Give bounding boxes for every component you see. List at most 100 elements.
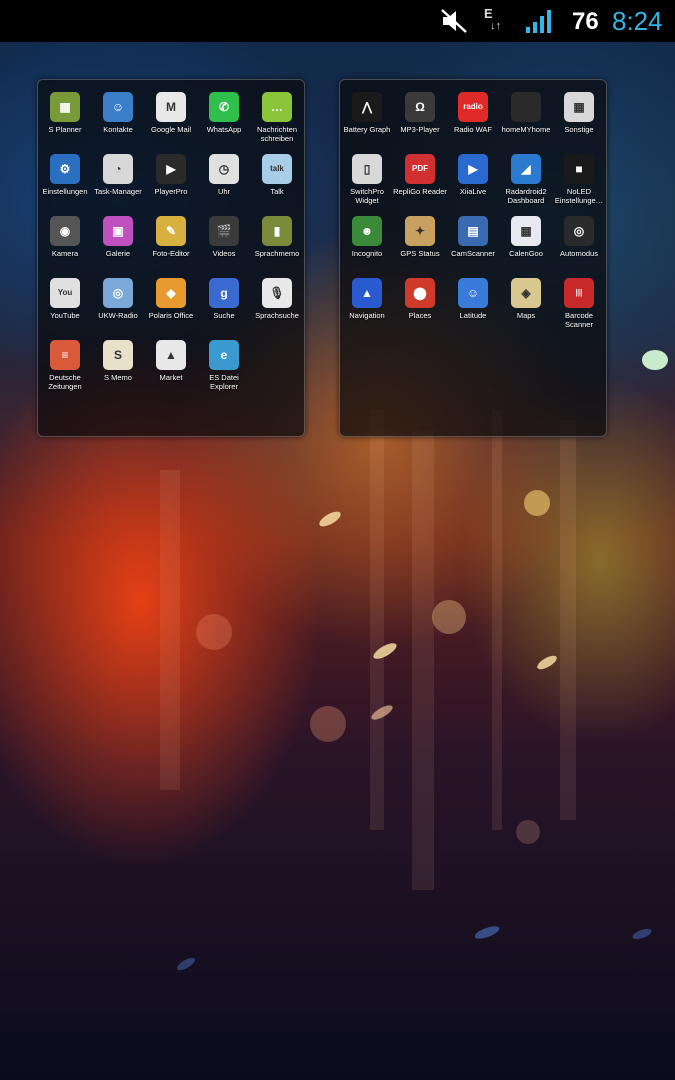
app-label: Radio WAF [453, 125, 493, 134]
app-folder-right[interactable]: ⋀ Battery Graph Ω MP3-Player radio Radio WAF h… [339, 79, 607, 437]
contacts-icon: ☺ [103, 92, 133, 122]
clock-time: 8:24 [612, 6, 663, 36]
app-shortcut[interactable]: ▯ SwitchPro Widget [340, 142, 394, 204]
app-shortcut[interactable]: ||| Barcode Scanner [552, 266, 606, 328]
app-label: RepliGo Reader [393, 187, 447, 196]
app-shortcut[interactable]: ▤ CamScanner [446, 204, 500, 260]
app-shortcut[interactable]: ▦ Sonstige [552, 80, 606, 136]
app-shortcut[interactable]: 🎬 Videos [197, 204, 251, 260]
app-shortcut[interactable]: talk Talk [250, 142, 304, 198]
clock-icon: ◷ [209, 154, 239, 184]
app-label: Uhr [217, 187, 231, 196]
app-label: Sprachsuche [255, 311, 299, 320]
gps-status-icon: ✦ [405, 216, 435, 246]
bokeh-light [432, 600, 466, 634]
whatsapp-icon: ✆ [209, 92, 239, 122]
app-shortcut[interactable]: 🎙 Sprachsuche [250, 266, 304, 322]
app-shortcut[interactable]: ☺ Kontakte [91, 80, 145, 136]
light-streak [492, 410, 502, 830]
polaris-office-icon: ◆ [156, 278, 186, 308]
app-label: Sprachmemo [254, 249, 300, 258]
app-label: Barcode Scanner [565, 311, 593, 329]
fm-radio-icon: ◎ [103, 278, 133, 308]
app-label: XiiaLive [459, 187, 487, 196]
s-memo-icon: S [103, 340, 133, 370]
app-shortcut[interactable]: ▣ Galerie [91, 204, 145, 260]
app-shortcut[interactable]: ▦ S Planner [38, 80, 92, 136]
app-shortcut[interactable]: ◎ UKW-Radio [91, 266, 145, 322]
noled-icon: ■ [564, 154, 594, 184]
app-shortcut[interactable]: ▦ CalenGoo [499, 204, 553, 260]
es-file-explorer-icon: e [209, 340, 239, 370]
app-shortcut[interactable]: ▶ XiiaLive [446, 142, 500, 198]
incognito-icon: ☻ [352, 216, 382, 246]
app-shortcut[interactable]: radio Radio WAF [446, 80, 500, 136]
app-shortcut[interactable]: ◎ Automodus [552, 204, 606, 260]
folder-misc-icon: ▦ [564, 92, 594, 122]
app-shortcut[interactable]: ■ NoLED Einstellunge… [552, 142, 606, 204]
app-label: Kamera [51, 249, 79, 258]
bokeh-light [175, 955, 197, 973]
app-label: SwitchPro Widget [350, 187, 384, 205]
bokeh-light [310, 706, 346, 742]
bokeh-light [642, 350, 668, 370]
app-label: Maps [516, 311, 536, 320]
app-label: Radardroid2 Dashboard [505, 187, 547, 205]
app-label: Galerie [105, 249, 131, 258]
status-bar[interactable]: E ↓↑ 76 8:24 [0, 0, 675, 42]
app-shortcut[interactable]: ⋀ Battery Graph [340, 80, 394, 136]
app-label: Navigation [349, 311, 385, 320]
app-shortcut[interactable]: ≡ Deutsche Zeitungen [38, 328, 92, 390]
app-label: Nachrichten schreiben [256, 125, 298, 143]
app-label: Incognito [351, 249, 383, 258]
signal-bars-icon [526, 10, 551, 33]
app-shortcut[interactable]: ◢ Radardroid2 Dashboard [499, 142, 553, 204]
bokeh-light [473, 923, 501, 942]
app-shortcut[interactable]: ✎ Foto-Editor [144, 204, 198, 260]
app-shortcut[interactable]: You YouTube [38, 266, 92, 322]
app-shortcut[interactable]: ⚙ Einstellungen [38, 142, 92, 198]
bokeh-light [524, 490, 550, 516]
app-shortcut[interactable]: ☺ Latitude [446, 266, 500, 322]
app-label: CalenGoo [509, 249, 543, 258]
radio-waf-icon: radio [458, 92, 488, 122]
app-shortcut[interactable]: ⬤ Places [393, 266, 447, 322]
app-shortcut[interactable]: S S Memo [91, 328, 145, 384]
app-shortcut[interactable]: g Suche [197, 266, 251, 322]
app-shortcut[interactable]: PDF RepliGo Reader [393, 142, 447, 198]
app-shortcut[interactable]: … Nachrichten schreiben [250, 80, 304, 142]
app-shortcut[interactable]: ✦ GPS Status [393, 204, 447, 260]
app-shortcut[interactable]: M Google Mail [144, 80, 198, 136]
app-shortcut[interactable]: ▮ Sprachmemo [250, 204, 304, 260]
app-label: ES Datei Explorer [209, 373, 239, 391]
xiialive-icon: ▶ [458, 154, 488, 184]
app-label: NoLED Einstellunge… [554, 187, 604, 205]
app-shortcut[interactable]: Ω MP3-Player [393, 80, 447, 136]
app-shortcut[interactable]: ☻ Incognito [340, 204, 394, 260]
videos-clapper-icon: 🎬 [209, 216, 239, 246]
app-label: Latitude [459, 311, 487, 320]
homemyhome-icon [511, 92, 541, 122]
app-shortcut[interactable]: ▶ PlayerPro [144, 142, 198, 198]
app-shortcut[interactable]: homeMYhome [499, 80, 553, 136]
app-shortcut[interactable]: e ES Datei Explorer [197, 328, 251, 390]
radardroid-icon: ◢ [511, 154, 541, 184]
app-shortcut[interactable]: ◷ Uhr [197, 142, 251, 198]
app-shortcut[interactable]: ◔ Task-Manager [91, 142, 145, 198]
app-shortcut[interactable]: ▲ Market [144, 328, 198, 384]
settings-gear-icon: ⚙ [50, 154, 80, 184]
app-folder-left[interactable]: ▦ S Planner ☺ Kontakte M Google Mail ✆ WhatsApp… [37, 79, 305, 437]
light-streak [412, 430, 434, 890]
data-arrows-icon: ↓↑ [490, 20, 501, 32]
gmail-icon: M [156, 92, 186, 122]
app-shortcut[interactable]: ◈ Maps [499, 266, 553, 322]
app-shortcut[interactable]: ◉ Kamera [38, 204, 92, 260]
gallery-icon: ▣ [103, 216, 133, 246]
app-shortcut[interactable]: ▲ Navigation [340, 266, 394, 322]
app-label: Kontakte [103, 125, 133, 134]
app-shortcut[interactable]: ✆ WhatsApp [197, 80, 251, 136]
voice-memo-icon: ▮ [262, 216, 292, 246]
google-search-icon: g [209, 278, 239, 308]
app-shortcut[interactable]: ◆ Polaris Office [144, 266, 198, 322]
barcode-scanner-icon: ||| [564, 278, 594, 308]
